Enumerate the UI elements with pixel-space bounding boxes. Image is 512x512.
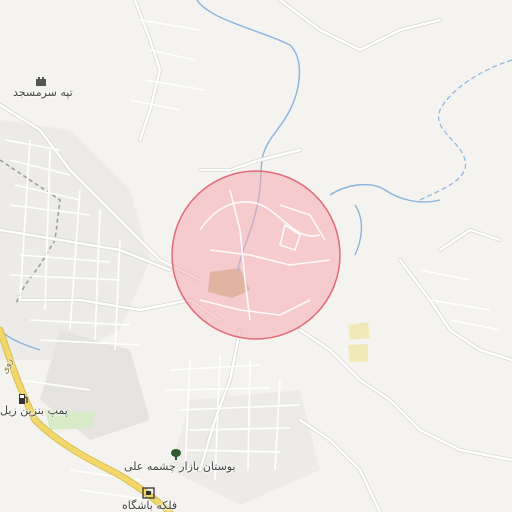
- label-park[interactable]: بوستان بازار چشمه علی: [124, 460, 236, 473]
- sports-field-2: [348, 344, 368, 362]
- label-falake-bashgah[interactable]: فلکه باشگاه: [122, 499, 177, 512]
- map-canvas[interactable]: [0, 0, 512, 512]
- map-view[interactable]: تپه سرمسجد پمپ بنزین زیل زوی بوستان بازا…: [0, 0, 512, 512]
- label-fuel-station[interactable]: پمپ بنزین زیل: [0, 404, 68, 417]
- sports-field: [348, 322, 370, 340]
- label-tepe-sarmasjed[interactable]: تپه سرمسجد: [13, 86, 73, 99]
- highlight-circle[interactable]: [171, 170, 341, 340]
